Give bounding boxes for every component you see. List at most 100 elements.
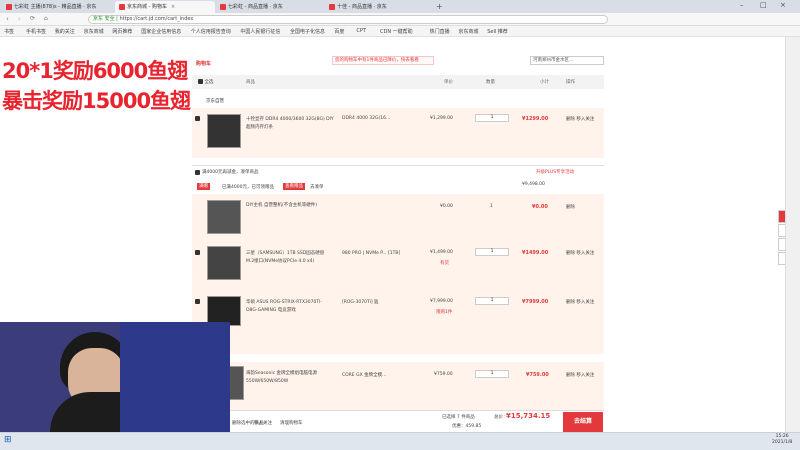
item-title[interactable]: DIY主机 自营整机(不含主机等硬件): [246, 202, 330, 210]
quantity-stepper[interactable]: 1: [475, 248, 509, 256]
promo-status: 已满4000元，已可领赠品: [222, 185, 274, 190]
bookmark-item[interactable]: 国家企业信用信息: [141, 28, 181, 35]
stock-tag: 有货: [440, 261, 449, 266]
delivery-address-select[interactable]: 河南郑州市金水区...: [530, 56, 604, 65]
quantity-stepper[interactable]: 1: [475, 370, 509, 378]
jd-favicon-icon: [220, 3, 226, 10]
item-checkbox[interactable]: [195, 116, 200, 121]
item-subtotal: ¥1299.00: [522, 116, 549, 122]
bookmark-item[interactable]: CPT: [356, 28, 366, 34]
forward-icon[interactable]: ›: [18, 15, 21, 23]
item-price: ¥1,299.00: [430, 116, 453, 121]
start-icon[interactable]: ⊞: [4, 435, 12, 445]
discount-amount: 优惠：459.85: [452, 424, 482, 429]
view-gift-button[interactable]: 查看赠品: [283, 183, 305, 190]
total-price: ¥15,734.15: [506, 412, 551, 420]
divider: [192, 165, 604, 166]
cart-section-title: 购物车: [196, 61, 212, 67]
tab-2-active[interactable]: 京东商城 - 购物车 ×: [115, 1, 215, 13]
webcam-feed: [0, 322, 230, 450]
item-price: ¥759.00: [434, 372, 453, 377]
footer-link-follow[interactable]: 移入关注: [254, 420, 272, 426]
item-actions[interactable]: 删除 移入关注: [566, 372, 596, 380]
bookmark-item[interactable]: 中国人民银行征信: [240, 28, 280, 35]
checkout-button[interactable]: 去结算: [563, 412, 603, 432]
quantity-stepper[interactable]: 1: [475, 297, 509, 305]
header-quantity: 数量: [486, 80, 495, 85]
bookmark-item[interactable]: 手机书签: [26, 28, 46, 35]
bookmark-item[interactable]: CDN 一键帮助: [380, 28, 413, 35]
bookmark-item[interactable]: Sell 推荐: [487, 28, 508, 35]
item-title[interactable]: 海韵Seasonic 金牌全模组电脑电源 550W/650W/850W: [246, 370, 332, 386]
stream-overlay-line-1: 20*1奖励6000鱼翅: [2, 59, 188, 83]
item-subtotal: ¥759.00: [526, 372, 549, 378]
header-product: 商品: [246, 80, 255, 85]
promo-checkbox[interactable]: [195, 170, 200, 175]
secure-label: 京东 安全: [93, 16, 115, 22]
stream-overlay-line-2: 暴击奖励15000鱼翅: [2, 89, 191, 113]
header-subtotal: 小计: [540, 80, 549, 85]
item-spec[interactable]: [ROG-3070Ti] 猛: [342, 299, 379, 305]
back-icon[interactable]: ‹: [6, 15, 9, 23]
tab-4[interactable]: 十佳 - 商品直播 · 京东: [325, 1, 435, 13]
jd-favicon-icon: [119, 3, 125, 10]
bookmark-item[interactable]: 网页推荐: [112, 28, 132, 35]
tab-1[interactable]: 七彩虹 主播(878)s - 精品直播 · 京东: [2, 1, 114, 13]
item-title[interactable]: 十铨显存 DDR4 4000/3600 32G(8G) DIY超频内存灯条: [246, 116, 334, 132]
price-drop-notice[interactable]: 您的购物车中有1件商品已降价，快去看看: [332, 56, 434, 65]
bookmark-item[interactable]: 百度: [334, 28, 344, 35]
shop-name[interactable]: 京东自营: [206, 98, 224, 104]
select-all-checkbox[interactable]: 全选: [198, 79, 213, 85]
product-image-case[interactable]: [207, 200, 241, 234]
header-actions: 操作: [566, 80, 575, 85]
page-scrollbar[interactable]: [785, 37, 800, 432]
item-actions[interactable]: 删除 移入关注: [566, 116, 596, 124]
maximize-icon[interactable]: □: [760, 1, 767, 9]
product-image-ssd[interactable]: [207, 246, 241, 280]
url-text: https://cart.jd.com/cart_index: [119, 16, 194, 22]
clock[interactable]: 15:26 2021/1/8: [772, 434, 792, 446]
jd-favicon-icon: [6, 3, 12, 10]
bookmark-item[interactable]: 京东商城: [84, 28, 104, 35]
selected-count: 已选择 7 件商品: [442, 415, 475, 420]
plus-promo-link[interactable]: 升级PLUS专享活动: [536, 169, 574, 175]
url-input[interactable]: 京东 安全 | https://cart.jd.com/cart_index: [88, 15, 608, 24]
promo-title[interactable]: 满4000元再减金，凑单商品: [202, 169, 258, 175]
item-spec[interactable]: CORE GX 金牌全模...: [342, 372, 386, 378]
item-spec[interactable]: 980 PRO | NVMe P... [1TB]: [342, 250, 402, 258]
home-icon[interactable]: ⌂: [44, 15, 48, 22]
jd-favicon-icon: [329, 3, 335, 10]
add-more-link[interactable]: 去凑单: [310, 184, 324, 190]
quantity-stepper[interactable]: 1: [475, 114, 509, 122]
bookmark-item[interactable]: 热门直播: [430, 28, 450, 35]
item-checkbox[interactable]: [195, 250, 200, 255]
item-title[interactable]: 三星（SAMSUNG）1TB SSD固态硬盘 M.2接口(NVMe协议PCIe …: [246, 250, 332, 266]
bookmark-item[interactable]: 全国电子化信息: [290, 28, 325, 35]
bookmark-item[interactable]: 京东商城: [458, 28, 478, 35]
item-actions[interactable]: 删除 移入关注: [566, 299, 596, 307]
bookmark-item[interactable]: 我的关注: [55, 28, 75, 35]
new-tab-icon[interactable]: +: [436, 2, 443, 11]
close-tab-icon[interactable]: ×: [171, 4, 175, 10]
item-actions[interactable]: 删除 移入关注: [566, 250, 596, 258]
item-subtotal: ¥0.00: [532, 204, 548, 210]
close-window-icon[interactable]: ×: [780, 1, 786, 9]
promo-total: ¥9,498.00: [522, 182, 545, 187]
bookmark-item[interactable]: 个人信用报告查询: [191, 28, 231, 35]
refresh-icon[interactable]: ⟳: [30, 15, 35, 22]
minimize-icon[interactable]: –: [740, 1, 744, 9]
tab-bar: 七彩虹 主播(878)s - 精品直播 · 京东 京东商城 - 购物车 × 七彩虹…: [0, 0, 800, 13]
footer-link-clear[interactable]: 清理购物车: [280, 420, 303, 426]
item-checkbox[interactable]: [195, 299, 200, 304]
bookmark-item[interactable]: 书签: [4, 28, 14, 35]
product-image-ram[interactable]: [207, 114, 241, 148]
cart-item-band-2: [192, 194, 604, 354]
item-subtotal: ¥7999.00: [522, 299, 549, 305]
item-spec[interactable]: DDR4 4000 32G(16...: [342, 116, 390, 121]
item-actions[interactable]: 删除: [566, 204, 575, 210]
header-unit-price: 单价: [444, 80, 453, 85]
curtain: [120, 322, 230, 450]
item-price: ¥1,499.00: [430, 250, 453, 255]
item-title[interactable]: 华硕 ASUS ROG-STRIX-RTX3070TI-O8G-GAMING 电…: [246, 299, 332, 315]
tab-3[interactable]: 七彩虹 - 商品直播 · 京东: [216, 1, 324, 13]
